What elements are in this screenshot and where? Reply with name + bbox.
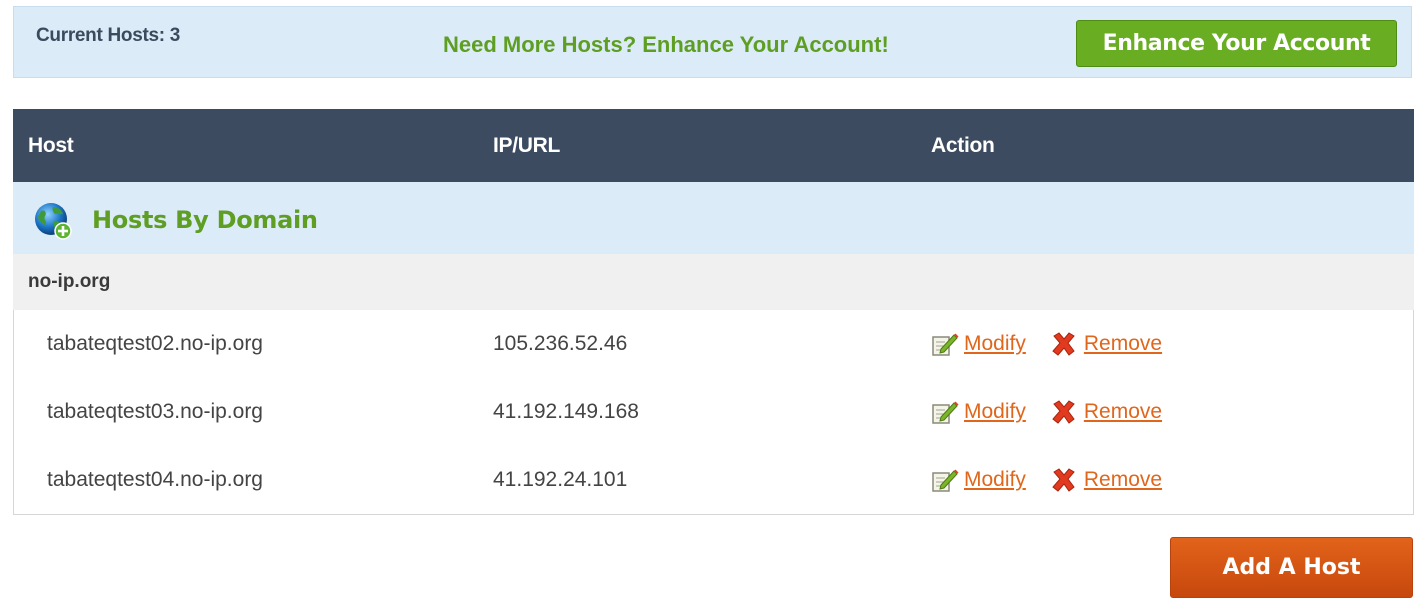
modify-label: Modify	[964, 468, 1026, 491]
row-actions: Modify Remove	[931, 446, 1162, 514]
upsell-message: Need More Hosts? Enhance Your Account!	[443, 32, 889, 57]
account-info-bar: Current Hosts: 3 Need More Hosts? Enhanc…	[13, 6, 1412, 78]
modify-link[interactable]: Modify	[931, 331, 1026, 357]
current-hosts-count: Current Hosts: 3	[36, 25, 181, 46]
remove-label: Remove	[1083, 468, 1163, 491]
modify-label: Modify	[964, 332, 1026, 355]
table-row: tabateqtest03.no-ip.org 41.192.149.168 M…	[14, 378, 1413, 446]
remove-x-icon	[1052, 400, 1075, 424]
row-actions: Modify Remove	[931, 378, 1162, 446]
host-ip: 41.192.24.101	[493, 468, 628, 491]
host-name: tabateqtest02.no-ip.org	[47, 332, 263, 355]
add-host-button[interactable]: Add A Host	[1170, 537, 1413, 598]
table-header: Host IP/URL Action	[13, 109, 1414, 182]
column-header-action: Action	[931, 134, 995, 157]
edit-icon	[932, 333, 959, 356]
group-title: Hosts By Domain	[92, 206, 318, 234]
remove-link[interactable]: Remove	[1050, 399, 1162, 425]
host-ip: 105.236.52.46	[493, 332, 628, 355]
modify-link[interactable]: Modify	[931, 467, 1026, 493]
hosts-by-domain-group: Hosts By Domain	[13, 182, 1414, 254]
remove-x-icon	[1052, 332, 1075, 356]
column-header-host: Host	[28, 134, 74, 157]
hosts-table: Host IP/URL Action Hosts By Domain no-ip…	[13, 109, 1414, 515]
remove-x-icon	[1052, 468, 1075, 492]
table-row: tabateqtest04.no-ip.org 41.192.24.101 Mo…	[14, 446, 1413, 514]
domain-name: no-ip.org	[28, 271, 111, 292]
host-name: tabateqtest03.no-ip.org	[47, 400, 263, 423]
domain-row: no-ip.org	[13, 254, 1414, 310]
host-name: tabateqtest04.no-ip.org	[47, 468, 263, 491]
modify-label: Modify	[964, 400, 1026, 423]
row-actions: Modify Remove	[931, 310, 1162, 378]
remove-link[interactable]: Remove	[1050, 467, 1162, 493]
table-row: tabateqtest02.no-ip.org 105.236.52.46 Mo…	[14, 310, 1413, 378]
edit-icon	[932, 469, 959, 492]
globe-add-icon	[35, 203, 72, 240]
enhance-account-button[interactable]: Enhance Your Account	[1076, 20, 1397, 67]
column-header-ip-url: IP/URL	[493, 134, 561, 157]
remove-label: Remove	[1083, 332, 1163, 355]
edit-icon	[932, 401, 959, 424]
host-ip: 41.192.149.168	[493, 400, 639, 423]
remove-link[interactable]: Remove	[1050, 331, 1162, 357]
remove-label: Remove	[1083, 400, 1163, 423]
modify-link[interactable]: Modify	[931, 399, 1026, 425]
host-rows: tabateqtest02.no-ip.org 105.236.52.46 Mo…	[13, 310, 1414, 515]
